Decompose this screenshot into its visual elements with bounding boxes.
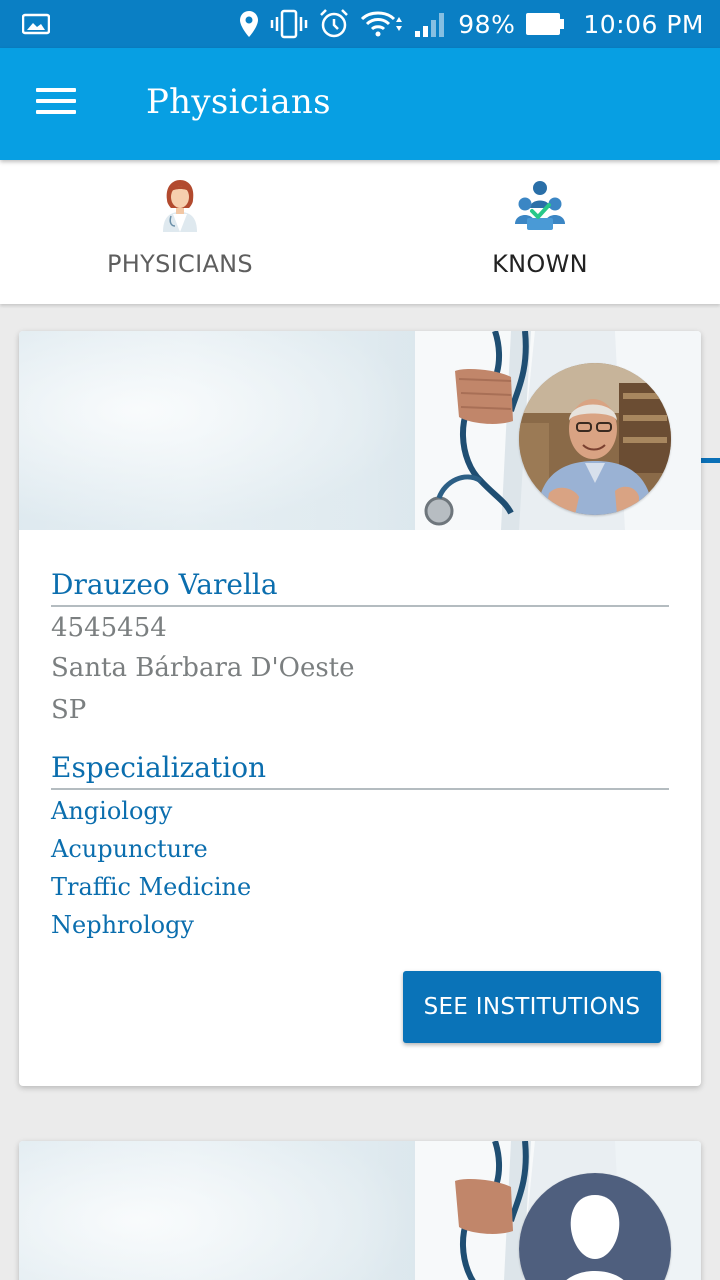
- specialization-item: Nephrology: [51, 911, 194, 939]
- signal-icon: [414, 9, 448, 39]
- wifi-icon: [360, 9, 404, 39]
- specialization-item: Acupuncture: [51, 835, 208, 863]
- see-institutions-button[interactable]: SEE INSTITUTIONS: [403, 971, 661, 1043]
- divider: [51, 788, 669, 790]
- divider: [51, 605, 669, 607]
- alarm-icon: [318, 8, 350, 40]
- specialization-item: Traffic Medicine: [51, 873, 252, 901]
- status-bar: 98% 10:06 PM: [0, 0, 720, 48]
- physician-state: SP: [51, 695, 87, 725]
- page-title: Physicians: [146, 82, 331, 122]
- app-bar: Physicians: [0, 48, 720, 160]
- location-icon: [238, 10, 260, 38]
- card-banner: [19, 331, 701, 530]
- tab-known[interactable]: KNOWN: [360, 160, 720, 304]
- physician-registration: 4545454: [51, 613, 167, 643]
- specialization-item: Angiology: [51, 797, 173, 825]
- physician-city: Santa Bárbara D'Oeste: [51, 653, 355, 683]
- doctor-icon: [155, 178, 205, 232]
- battery-icon: [525, 11, 565, 37]
- tab-bar: PHYSICIANS KNOWN: [0, 160, 720, 463]
- known-group-icon: [515, 178, 565, 232]
- clock: 10:06 PM: [583, 9, 704, 39]
- tab-label-known: KNOWN: [492, 250, 588, 278]
- physician-card: [19, 1141, 701, 1280]
- tab-label-physicians: PHYSICIANS: [107, 250, 253, 278]
- physician-name: Drauzeo Varella: [51, 568, 278, 601]
- battery-percentage: 98%: [458, 9, 516, 39]
- card-banner: [19, 1141, 701, 1280]
- physician-card: Drauzeo Varella 4545454 Santa Bárbara D'…: [19, 331, 701, 1086]
- vibrate-icon: [270, 9, 308, 39]
- menu-icon[interactable]: [36, 88, 76, 120]
- tab-physicians[interactable]: PHYSICIANS: [0, 160, 360, 304]
- physician-avatar: [519, 363, 671, 515]
- specialization-heading: Especialization: [51, 751, 267, 784]
- image-icon: [21, 12, 51, 41]
